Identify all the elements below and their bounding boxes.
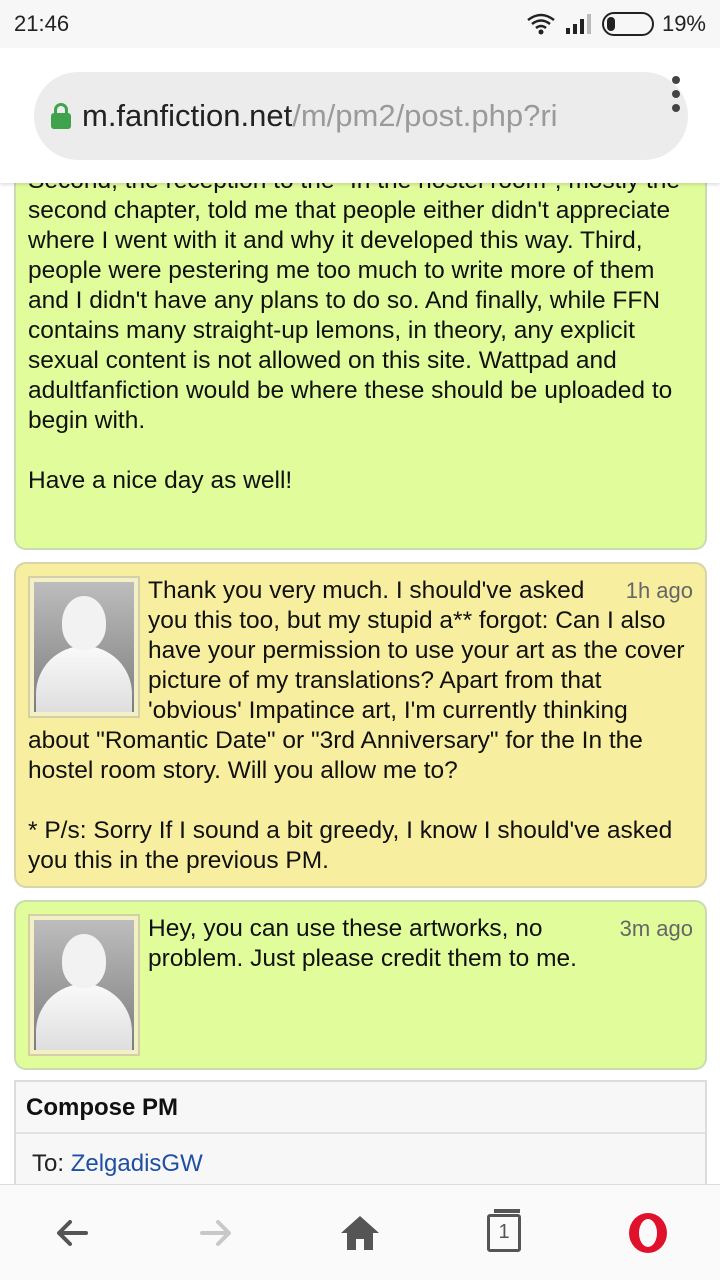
message-timestamp: 3m ago — [619, 916, 693, 941]
forward-button[interactable] — [176, 1193, 256, 1273]
tabs-button[interactable]: 1 — [464, 1193, 544, 1273]
compose-recipient: To: ZelgadisGW — [16, 1134, 705, 1184]
status-icons: 19% — [526, 11, 706, 37]
status-bar: 21:46 19% — [0, 0, 720, 48]
home-button[interactable] — [320, 1193, 400, 1273]
url-path: /m/pm2/post.php?ri — [292, 98, 558, 133]
address-bar[interactable]: m.fanfiction.net/m/pm2/post.php?ri — [34, 72, 688, 160]
back-icon — [57, 1219, 88, 1246]
status-time: 21:46 — [14, 11, 70, 36]
back-button[interactable] — [32, 1193, 112, 1273]
lock-icon — [50, 101, 72, 131]
bottom-navigation: 1 — [0, 1184, 720, 1280]
recipient-link[interactable]: ZelgadisGW — [71, 1150, 203, 1177]
opera-logo-icon — [629, 1212, 667, 1253]
tabs-icon: 1 — [487, 1208, 521, 1252]
to-label: To: — [32, 1150, 71, 1177]
message-card: 3m ago Hey, you can use these artworks, … — [14, 900, 707, 1070]
avatar[interactable] — [28, 914, 140, 1056]
tab-count: 1 — [498, 1221, 510, 1243]
browser-toolbar: m.fanfiction.net/m/pm2/post.php?ri — [0, 48, 720, 183]
compose-pm-panel: Compose PM To: ZelgadisGW — [14, 1080, 707, 1184]
avatar[interactable] — [28, 576, 140, 718]
compose-title: Compose PM — [16, 1082, 705, 1134]
kebab-menu-icon[interactable] — [672, 76, 680, 112]
home-icon — [341, 1215, 379, 1250]
url-host: m.fanfiction.net — [82, 98, 293, 133]
opera-menu-button[interactable] — [608, 1193, 688, 1273]
message-card: for several reasons: first, I didn't lik… — [14, 150, 707, 550]
wifi-icon — [527, 13, 555, 35]
battery-percent: 19% — [661, 11, 706, 36]
message-thread: for several reasons: first, I didn't lik… — [0, 150, 720, 1184]
battery-icon — [601, 12, 654, 36]
forward-icon — [200, 1219, 231, 1246]
message-text: for several reasons: first, I didn't lik… — [28, 150, 680, 494]
signal-icon — [565, 14, 591, 34]
message-timestamp: 1h ago — [625, 578, 693, 603]
message-card: 1h ago Thank you very much. I should've … — [14, 562, 707, 888]
